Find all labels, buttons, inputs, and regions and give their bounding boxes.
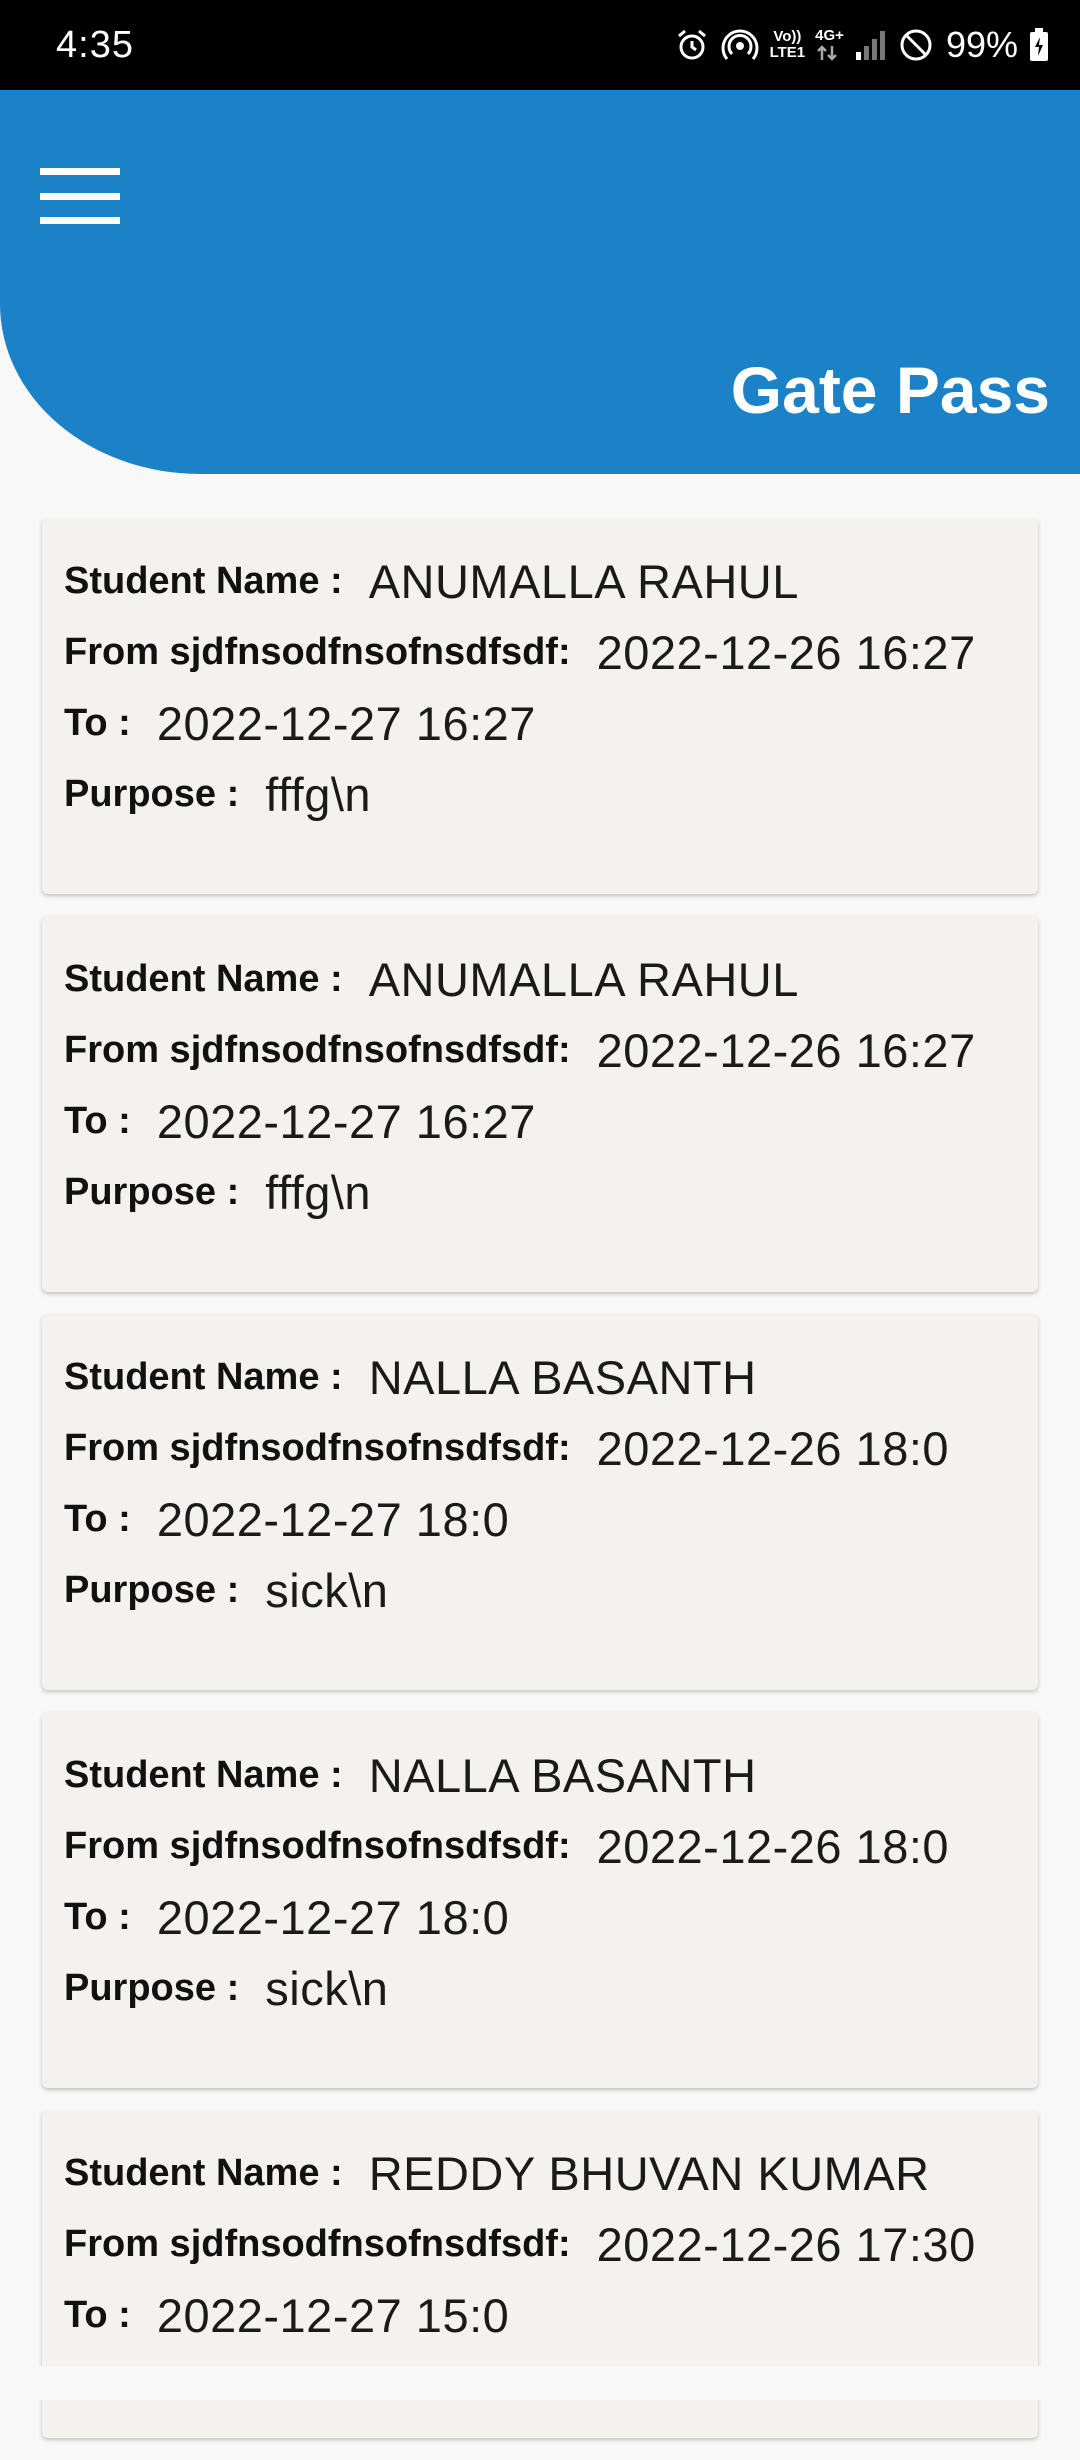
from-label: From sjdfnsodfnsofnsdfsdf: [64,1825,571,1867]
hamburger-menu-icon[interactable] [40,168,120,224]
status-icons: Vo)) LTE1 4G+ 99% [674,24,1050,66]
gate-pass-card[interactable]: Student Name : NALLA BASANTH From sjdfnso… [42,1314,1038,1690]
gate-pass-card[interactable]: Student Name : ANUMALLA RAHUL From sjdfns… [42,916,1038,1292]
student-name-row: Student Name : REDDY BHUVAN KUMAR [64,2138,1016,2209]
to-row: To : 2022-12-27 18:0 [64,1882,1016,1953]
student-name-row: Student Name : ANUMALLA RAHUL [64,546,1016,617]
from-row: From sjdfnsodfnsofnsdfsdf: 2022-12-26 18:… [64,1413,1016,1484]
from-label: From sjdfnsodfnsofnsdfsdf: [64,2223,571,2265]
to-label: To : [64,1498,131,1540]
from-row: From sjdfnsodfnsofnsdfsdf: 2022-12-26 18:… [64,1811,1016,1882]
student-name-label: Student Name : [64,1356,343,1398]
to-label: To : [64,702,131,744]
battery-icon [1028,27,1050,63]
status-bar: 4:35 Vo)) LTE1 4G+ 99% [0,0,1080,90]
dnd-icon [898,27,934,63]
student-name-value: NALLA BASANTH [368,1749,757,1802]
page-title: Gate Pass [730,353,1050,427]
from-value: 2022-12-26 16:27 [596,626,976,679]
student-name-value: NALLA BASANTH [368,1351,757,1404]
gate-pass-list[interactable]: Student Name : ANUMALLA RAHUL From sjdfns… [42,518,1038,2460]
to-value: 2022-12-27 16:27 [156,1095,536,1148]
purpose-row: Purpose : fffg\n [64,1157,1016,1228]
gate-pass-card[interactable]: Student Name : NALLA BASANTH From sjdfnso… [42,1712,1038,2088]
student-name-row: Student Name : ANUMALLA RAHUL [64,944,1016,1015]
hotspot-icon [720,26,760,64]
purpose-row: Purpose : sick\n [64,1555,1016,1626]
to-row: To : 2022-12-27 16:27 [64,1086,1016,1157]
to-row: To : 2022-12-27 18:0 [64,1484,1016,1555]
purpose-row: Purpose : fffg\n [64,759,1016,830]
student-name-value: REDDY BHUVAN KUMAR [368,2147,930,2200]
network-type: 4G+ [815,27,844,44]
bottom-edge [0,2366,1080,2400]
student-name-value: ANUMALLA RAHUL [368,555,799,608]
student-name-label: Student Name : [64,560,343,602]
student-name-row: Student Name : NALLA BASANTH [64,1740,1016,1811]
from-row: From sjdfnsodfnsofnsdfsdf: 2022-12-26 16:… [64,617,1016,688]
to-label: To : [64,1896,131,1938]
menu-line [40,192,120,200]
4g-icon: 4G+ [815,28,844,62]
student-name-label: Student Name : [64,958,343,1000]
from-label: From sjdfnsodfnsofnsdfsdf: [64,1029,571,1071]
purpose-label: Purpose : [64,1967,240,2009]
to-row: To : 2022-12-27 16:27 [64,688,1016,759]
to-value: 2022-12-27 16:27 [156,697,536,750]
student-name-label: Student Name : [64,2152,343,2194]
purpose-value: fffg\n [265,1166,372,1219]
signal-icon [854,28,888,62]
purpose-value: fffg\n [265,768,372,821]
gate-pass-card[interactable]: Student Name : ANUMALLA RAHUL From sjdfns… [42,518,1038,894]
to-value: 2022-12-27 18:0 [156,1891,510,1944]
from-row: From sjdfnsodfnsofnsdfsdf: 2022-12-26 17:… [64,2209,1016,2280]
lte-text: LTE1 [769,44,806,61]
status-time: 4:35 [56,23,134,66]
to-value: 2022-12-27 18:0 [156,1493,510,1546]
to-label: To : [64,2294,131,2336]
menu-line [40,217,120,224]
from-value: 2022-12-26 18:0 [596,1820,950,1873]
purpose-row: Purpose : sick\n [64,1953,1016,2024]
from-value: 2022-12-26 16:27 [596,1024,976,1077]
purpose-value: sick\n [265,1962,389,2015]
student-name-label: Student Name : [64,1754,343,1796]
purpose-value: sick\n [265,1564,389,1617]
student-name-value: ANUMALLA RAHUL [368,953,799,1006]
to-row: To : 2022-12-27 15:0 [64,2280,1016,2351]
from-value: 2022-12-26 18:0 [596,1422,950,1475]
volte-text: Vo)) [773,28,802,45]
volte-icon: Vo)) LTE1 [770,29,806,61]
to-label: To : [64,1100,131,1142]
student-name-row: Student Name : NALLA BASANTH [64,1342,1016,1413]
from-row: From sjdfnsodfnsofnsdfsdf: 2022-12-26 16:… [64,1015,1016,1086]
alarm-icon [674,27,710,63]
purpose-label: Purpose : [64,773,240,815]
from-value: 2022-12-26 17:30 [596,2218,976,2271]
purpose-label: Purpose : [64,1569,240,1611]
from-label: From sjdfnsodfnsofnsdfsdf: [64,631,571,673]
from-label: From sjdfnsodfnsofnsdfsdf: [64,1427,571,1469]
menu-line [40,168,120,175]
to-value: 2022-12-27 15:0 [156,2289,510,2342]
battery-percent: 99% [945,24,1018,65]
purpose-label: Purpose : [64,1171,240,1213]
